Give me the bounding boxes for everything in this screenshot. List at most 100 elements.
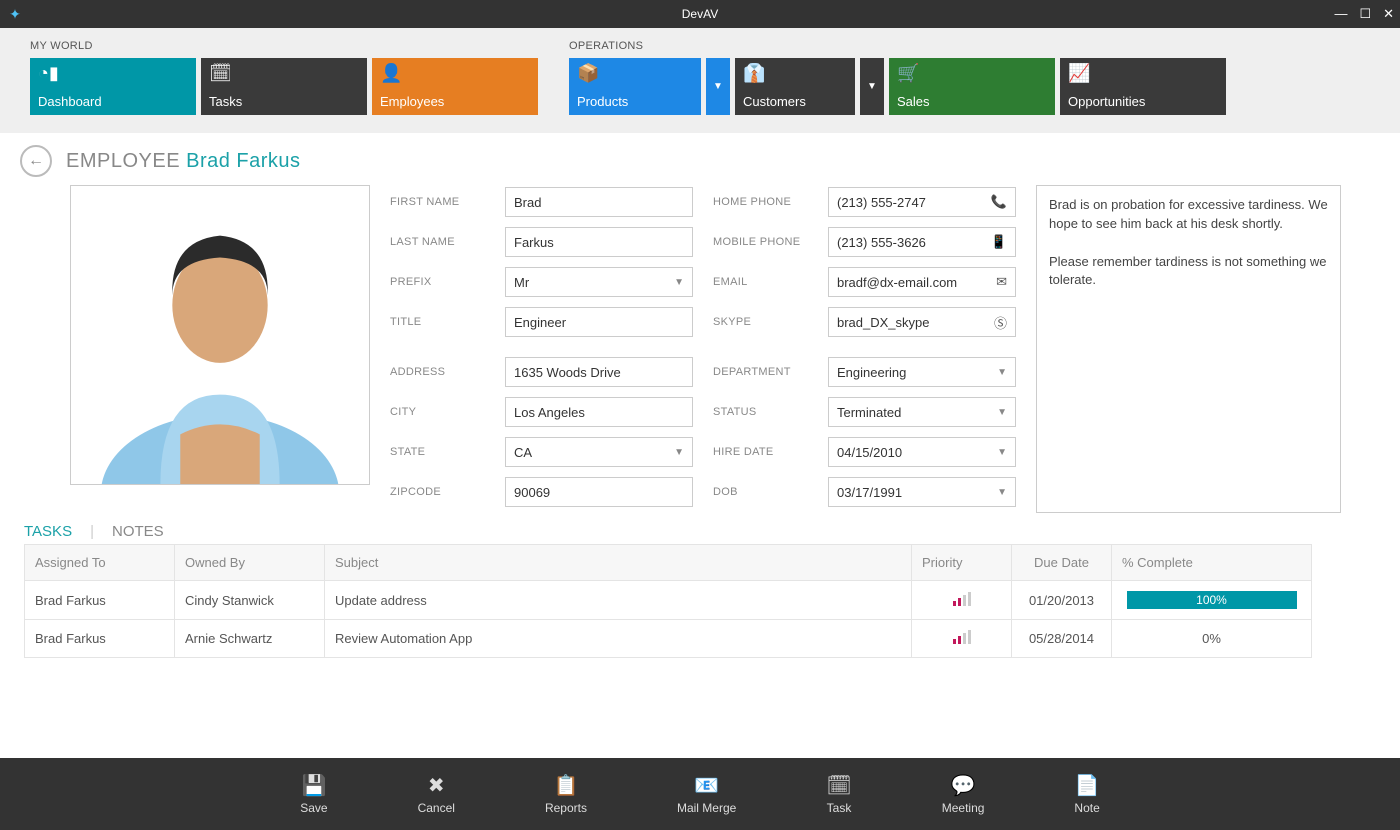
col-subject[interactable]: Subject: [325, 545, 912, 581]
task-button[interactable]: 🗓Task: [826, 773, 851, 815]
minimize-button[interactable]: —: [1334, 6, 1347, 22]
cell-due: 01/20/2013: [1012, 581, 1112, 620]
opportunities-icon: 📈: [1068, 63, 1218, 85]
label-last-name: LAST NAME: [390, 236, 505, 248]
tile-dashboard[interactable]: ◔▮ Dashboard: [30, 58, 196, 115]
input-mobile-phone[interactable]: (213) 555-3626📱: [828, 227, 1016, 257]
save-button[interactable]: 💾Save: [300, 773, 327, 815]
cell-subject: Review Automation App: [325, 620, 912, 658]
label-skype: SKYPE: [713, 316, 828, 328]
close-button[interactable]: ✕: [1383, 6, 1394, 22]
ribbon-group-label: OPERATIONS: [569, 40, 1226, 52]
date-hire-date[interactable]: 04/15/2010▼: [828, 437, 1016, 467]
label-state: STATE: [390, 446, 505, 458]
priority-icon: [953, 630, 971, 644]
maximize-button[interactable]: ☐: [1359, 6, 1371, 22]
tile-opportunities[interactable]: 📈 Opportunities: [1060, 58, 1226, 115]
task-icon: 🗓: [826, 773, 851, 795]
label-address: ADDRESS: [390, 366, 505, 378]
input-title[interactable]: Engineer: [505, 307, 693, 337]
cell-priority: [912, 620, 1012, 658]
notes-panel[interactable]: Brad is on probation for excessive tardi…: [1036, 185, 1341, 513]
cell-assigned: Brad Farkus: [25, 620, 175, 658]
tile-label: Dashboard: [38, 94, 188, 109]
priority-icon: [953, 592, 971, 606]
tab-notes[interactable]: NOTES: [112, 523, 164, 540]
tasks-icon: 🗓: [209, 63, 359, 85]
tile-customers-dropdown[interactable]: ▼: [860, 58, 884, 115]
tile-products-dropdown[interactable]: ▼: [706, 58, 730, 115]
note-button[interactable]: 📄Note: [1074, 773, 1099, 815]
cancel-button[interactable]: ✖Cancel: [418, 773, 455, 815]
tile-label: Tasks: [209, 94, 359, 109]
detail-tabs: TASKS | NOTES: [24, 523, 1370, 540]
col-owned[interactable]: Owned By: [175, 545, 325, 581]
employees-icon: 👤: [380, 63, 530, 85]
tile-label: Products: [577, 94, 693, 109]
tile-label: Customers: [743, 94, 847, 109]
app-logo-icon: ✦: [0, 6, 30, 23]
select-state[interactable]: CA▼: [505, 437, 693, 467]
input-first-name[interactable]: Brad: [505, 187, 693, 217]
window-title: DevAV: [682, 7, 718, 21]
tile-customers[interactable]: 👔 Customers: [735, 58, 855, 115]
select-department[interactable]: Engineering▼: [828, 357, 1016, 387]
cell-assigned: Brad Farkus: [25, 581, 175, 620]
col-complete[interactable]: % Complete: [1112, 545, 1312, 581]
col-priority[interactable]: Priority: [912, 545, 1012, 581]
ribbon-group-label: MY WORLD: [30, 40, 538, 52]
grid-header-row: Assigned To Owned By Subject Priority Du…: [25, 545, 1312, 581]
skype-icon[interactable]: Ⓢ: [994, 313, 1007, 332]
tile-label: Sales: [897, 94, 1047, 109]
input-last-name[interactable]: Farkus: [505, 227, 693, 257]
note-icon: 📄: [1075, 773, 1100, 795]
back-button[interactable]: ←: [20, 145, 52, 177]
mail-merge-button[interactable]: 📧Mail Merge: [677, 773, 736, 815]
input-zipcode[interactable]: 90069: [505, 477, 693, 507]
chevron-down-icon: ▼: [674, 447, 684, 458]
mail-icon[interactable]: ✉: [996, 274, 1007, 290]
titlebar: ✦ DevAV — ☐ ✕: [0, 0, 1400, 28]
tile-products[interactable]: 📦 Products: [569, 58, 701, 115]
sales-icon: 🛒: [897, 63, 1047, 85]
input-skype[interactable]: brad_DX_skypeⓈ: [828, 307, 1016, 337]
mail-merge-icon: 📧: [694, 773, 719, 795]
label-email: EMAIL: [713, 276, 828, 288]
col-due[interactable]: Due Date: [1012, 545, 1112, 581]
table-row[interactable]: Brad FarkusArnie SchwartzReview Automati…: [25, 620, 1312, 658]
input-home-phone[interactable]: (213) 555-2747📞: [828, 187, 1016, 217]
input-city[interactable]: Los Angeles: [505, 397, 693, 427]
tile-employees[interactable]: 👤 Employees: [372, 58, 538, 115]
chevron-down-icon: ▼: [713, 81, 723, 92]
mobile-icon[interactable]: 📱: [991, 234, 1007, 250]
date-dob[interactable]: 03/17/1991▼: [828, 477, 1016, 507]
label-mobile-phone: MOBILE PHONE: [713, 236, 828, 248]
page-title: EMPLOYEE Brad Farkus: [66, 150, 301, 173]
save-icon: 💾: [301, 773, 326, 795]
cell-priority: [912, 581, 1012, 620]
tile-sales[interactable]: 🛒 Sales: [889, 58, 1055, 115]
input-email[interactable]: bradf@dx-email.com✉: [828, 267, 1016, 297]
dashboard-icon: ◔▮: [38, 63, 188, 85]
tab-tasks[interactable]: TASKS: [24, 523, 72, 540]
label-dob: DOB: [713, 486, 828, 498]
tile-tasks[interactable]: 🗓 Tasks: [201, 58, 367, 115]
label-zipcode: ZIPCODE: [390, 486, 505, 498]
chevron-down-icon: ▼: [674, 277, 684, 288]
customers-icon: 👔: [743, 63, 847, 85]
chevron-down-icon: ▼: [997, 447, 1007, 458]
tasks-grid: Assigned To Owned By Subject Priority Du…: [24, 544, 1312, 658]
label-title: TITLE: [390, 316, 505, 328]
select-status[interactable]: Terminated▼: [828, 397, 1016, 427]
label-prefix: PREFIX: [390, 276, 505, 288]
meeting-button[interactable]: 💬Meeting: [942, 773, 985, 815]
label-home-phone: HOME PHONE: [713, 196, 828, 208]
select-prefix[interactable]: Mr▼: [505, 267, 693, 297]
input-address[interactable]: 1635 Woods Drive: [505, 357, 693, 387]
table-row[interactable]: Brad FarkusCindy StanwickUpdate address0…: [25, 581, 1312, 620]
col-assigned[interactable]: Assigned To: [25, 545, 175, 581]
phone-icon[interactable]: 📞: [991, 194, 1007, 210]
reports-button[interactable]: 📋Reports: [545, 773, 587, 815]
label-hire-date: HIRE DATE: [713, 446, 828, 458]
label-status: STATUS: [713, 406, 828, 418]
